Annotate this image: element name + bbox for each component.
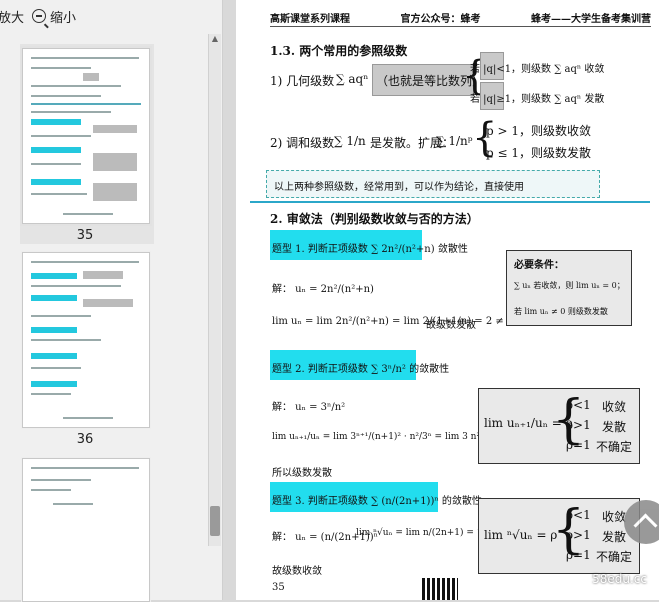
root-r3: ρ=1 — [566, 548, 591, 562]
ex1-sol1: 解： uₙ = 2n²/(n²+n) — [272, 284, 374, 295]
conclusion-text: 以上两种参照级数，经常用到，可以作为结论，直接使用 — [274, 182, 524, 193]
page-header: 高斯课堂系列课程 官方公众号：蜂考 蜂考——大学生备考集训营 — [270, 10, 651, 27]
root-r2v: 发散 — [602, 530, 627, 544]
ex1-sol3: 故级数发散 — [426, 320, 476, 331]
ratio-r2: ρ>1 — [566, 418, 591, 432]
scroll-up-arrow-icon[interactable]: ▲ — [209, 34, 221, 46]
ex1-box-line1: ∑ uₙ 若收敛，则 lim uₙ = 0； — [514, 281, 625, 290]
harm-label: 2) 调和级数 — [270, 136, 335, 150]
root-r2: ρ>1 — [566, 528, 591, 542]
harm-case1: p > 1，则级数收敛 — [486, 124, 592, 138]
ex1-sol2: lim uₙ = lim 2n²/(n²+n) = lim 2/(1+1/n) … — [272, 316, 514, 327]
section-2-title: 2. 审敛法（判别级数收敛与否的方法） — [270, 212, 479, 226]
ex2-title: 题型 2. 判断正项级数 ∑ 3ⁿ/n² 的敛散性 — [272, 364, 450, 375]
harm-case2: p ≤ 1，则级数发散 — [486, 146, 592, 160]
geo-case1: 若 |q|<1，则级数 ∑ aqⁿ 收敛 — [470, 64, 605, 75]
geo-sum: ∑ aqⁿ — [336, 72, 369, 86]
ratio-r3: ρ=1 — [566, 438, 591, 452]
zoom-in-button[interactable]: 放大 — [0, 7, 24, 26]
thumbnail-sidebar: 放大 缩小 35 36 ▲ — [0, 0, 223, 602]
qr-code — [422, 578, 458, 600]
ratio-r2v: 发散 — [602, 420, 627, 434]
root-lhs: lim ⁿ√uₙ = ρ — [484, 528, 558, 542]
ratio-r3v: 不确定 — [596, 440, 633, 454]
geo-label: 1) 几何级数 — [270, 74, 335, 88]
ex3-title: 题型 3. 判断正项级数 ∑ (n/(2n+1))ⁿ 的敛散性 — [272, 496, 482, 507]
zoom-out-button[interactable]: 缩小 — [50, 7, 76, 26]
root-r1: ρ<1 — [566, 508, 591, 522]
watermark: 58edu.cc — [592, 572, 647, 586]
scrollbar-thumb[interactable] — [210, 506, 220, 536]
root-r1v: 收敛 — [602, 510, 627, 524]
thumbnail-page-36[interactable] — [22, 252, 150, 428]
ex1-box-title: 必要条件： — [514, 260, 564, 271]
sidebar-scrollbar[interactable]: ▲ — [208, 34, 221, 546]
harm-sum: ∑ 1/n — [334, 134, 366, 148]
ex2-sol1: 解： uₙ = 3ⁿ/n² — [272, 402, 346, 413]
section-divider — [250, 201, 650, 203]
ex2-sol3: 所以级数发散 — [272, 468, 332, 479]
ex1-box-line2: 若 lim uₙ ≠ 0 则级数发散 — [514, 307, 608, 316]
thumbnail-page-35[interactable] — [20, 46, 152, 226]
thumbnail-label-35: 35 — [76, 228, 94, 243]
zoom-out-icon[interactable] — [32, 9, 47, 23]
harm-ext: ∑ 1/nᵖ — [436, 134, 473, 148]
header-center: 官方公众号：蜂考 — [400, 14, 481, 25]
header-right: 蜂考——大学生备考集训营 — [531, 14, 651, 25]
document-page: 高斯课堂系列课程 官方公众号：蜂考 蜂考——大学生备考集训营 1.3. 两个常用… — [236, 0, 659, 600]
page-number: 35 — [272, 582, 285, 593]
ratio-r1v: 收敛 — [602, 400, 627, 414]
ex1-title: 题型 1. 判断正项级数 ∑ 2n²/(n²+n) 敛散性 — [272, 244, 468, 255]
header-left: 高斯课堂系列课程 — [270, 14, 350, 25]
ex3-sol3: 故级数收敛 — [272, 566, 322, 577]
root-r3v: 不确定 — [596, 550, 633, 564]
thumbnail-page-37[interactable] — [22, 458, 150, 602]
section-1-3-title: 1.3. 两个常用的参照级数 — [270, 44, 408, 58]
thumbnail-label-36: 36 — [76, 432, 94, 447]
ratio-r1: ρ<1 — [566, 398, 591, 412]
zoom-toolbar: 放大 缩小 — [0, 6, 76, 26]
geo-case2: 若 |q|≥1，则级数 ∑ aqⁿ 发散 — [470, 94, 605, 105]
